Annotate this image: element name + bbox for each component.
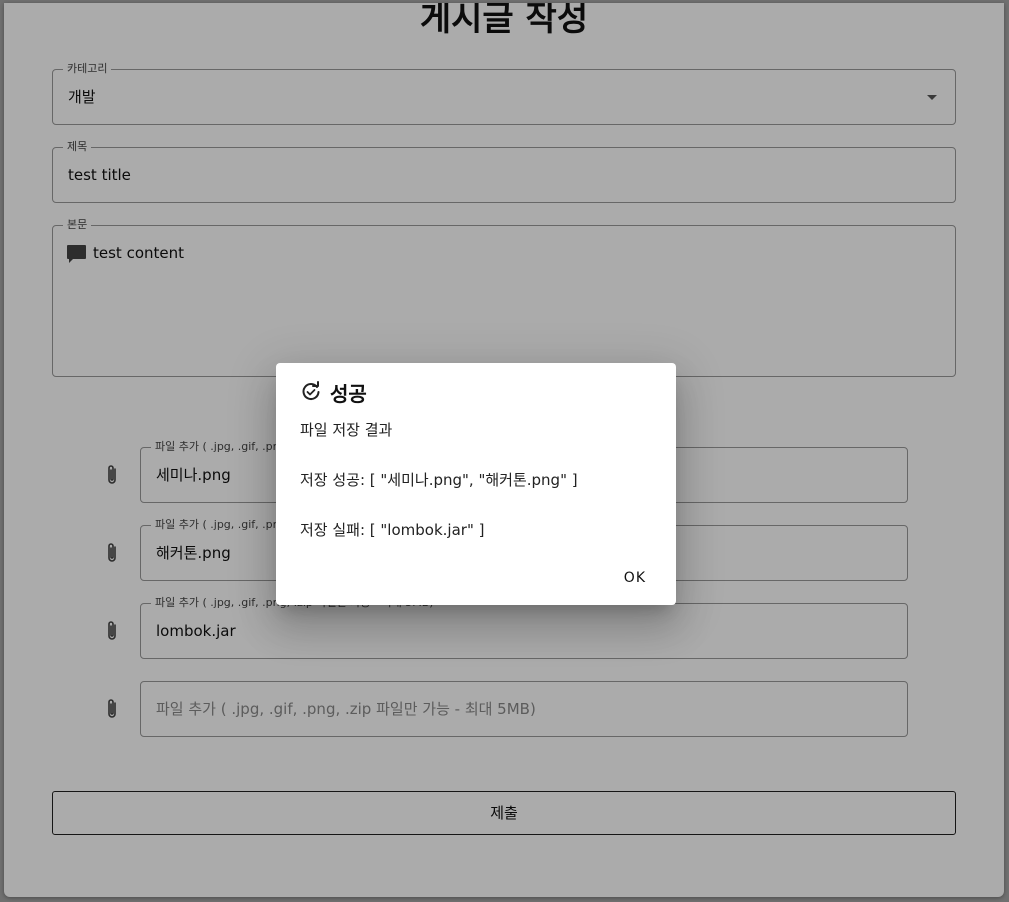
- dialog-title-row: 성공: [300, 378, 367, 406]
- dialog-heading: 파일 저장 결과: [300, 421, 393, 439]
- dialog-failure-line: 저장 실패: [ "lombok.jar" ]: [300, 521, 485, 539]
- ok-button[interactable]: OK: [614, 566, 656, 590]
- refresh-check-icon: [302, 381, 320, 401]
- dialog-success-line: 저장 성공: [ "세미나.png", "해커톤.png" ]: [300, 471, 578, 489]
- result-dialog: 성공 파일 저장 결과 저장 성공: [ "세미나.png", "해커톤.png…: [276, 363, 676, 605]
- dialog-title: 성공: [330, 381, 367, 406]
